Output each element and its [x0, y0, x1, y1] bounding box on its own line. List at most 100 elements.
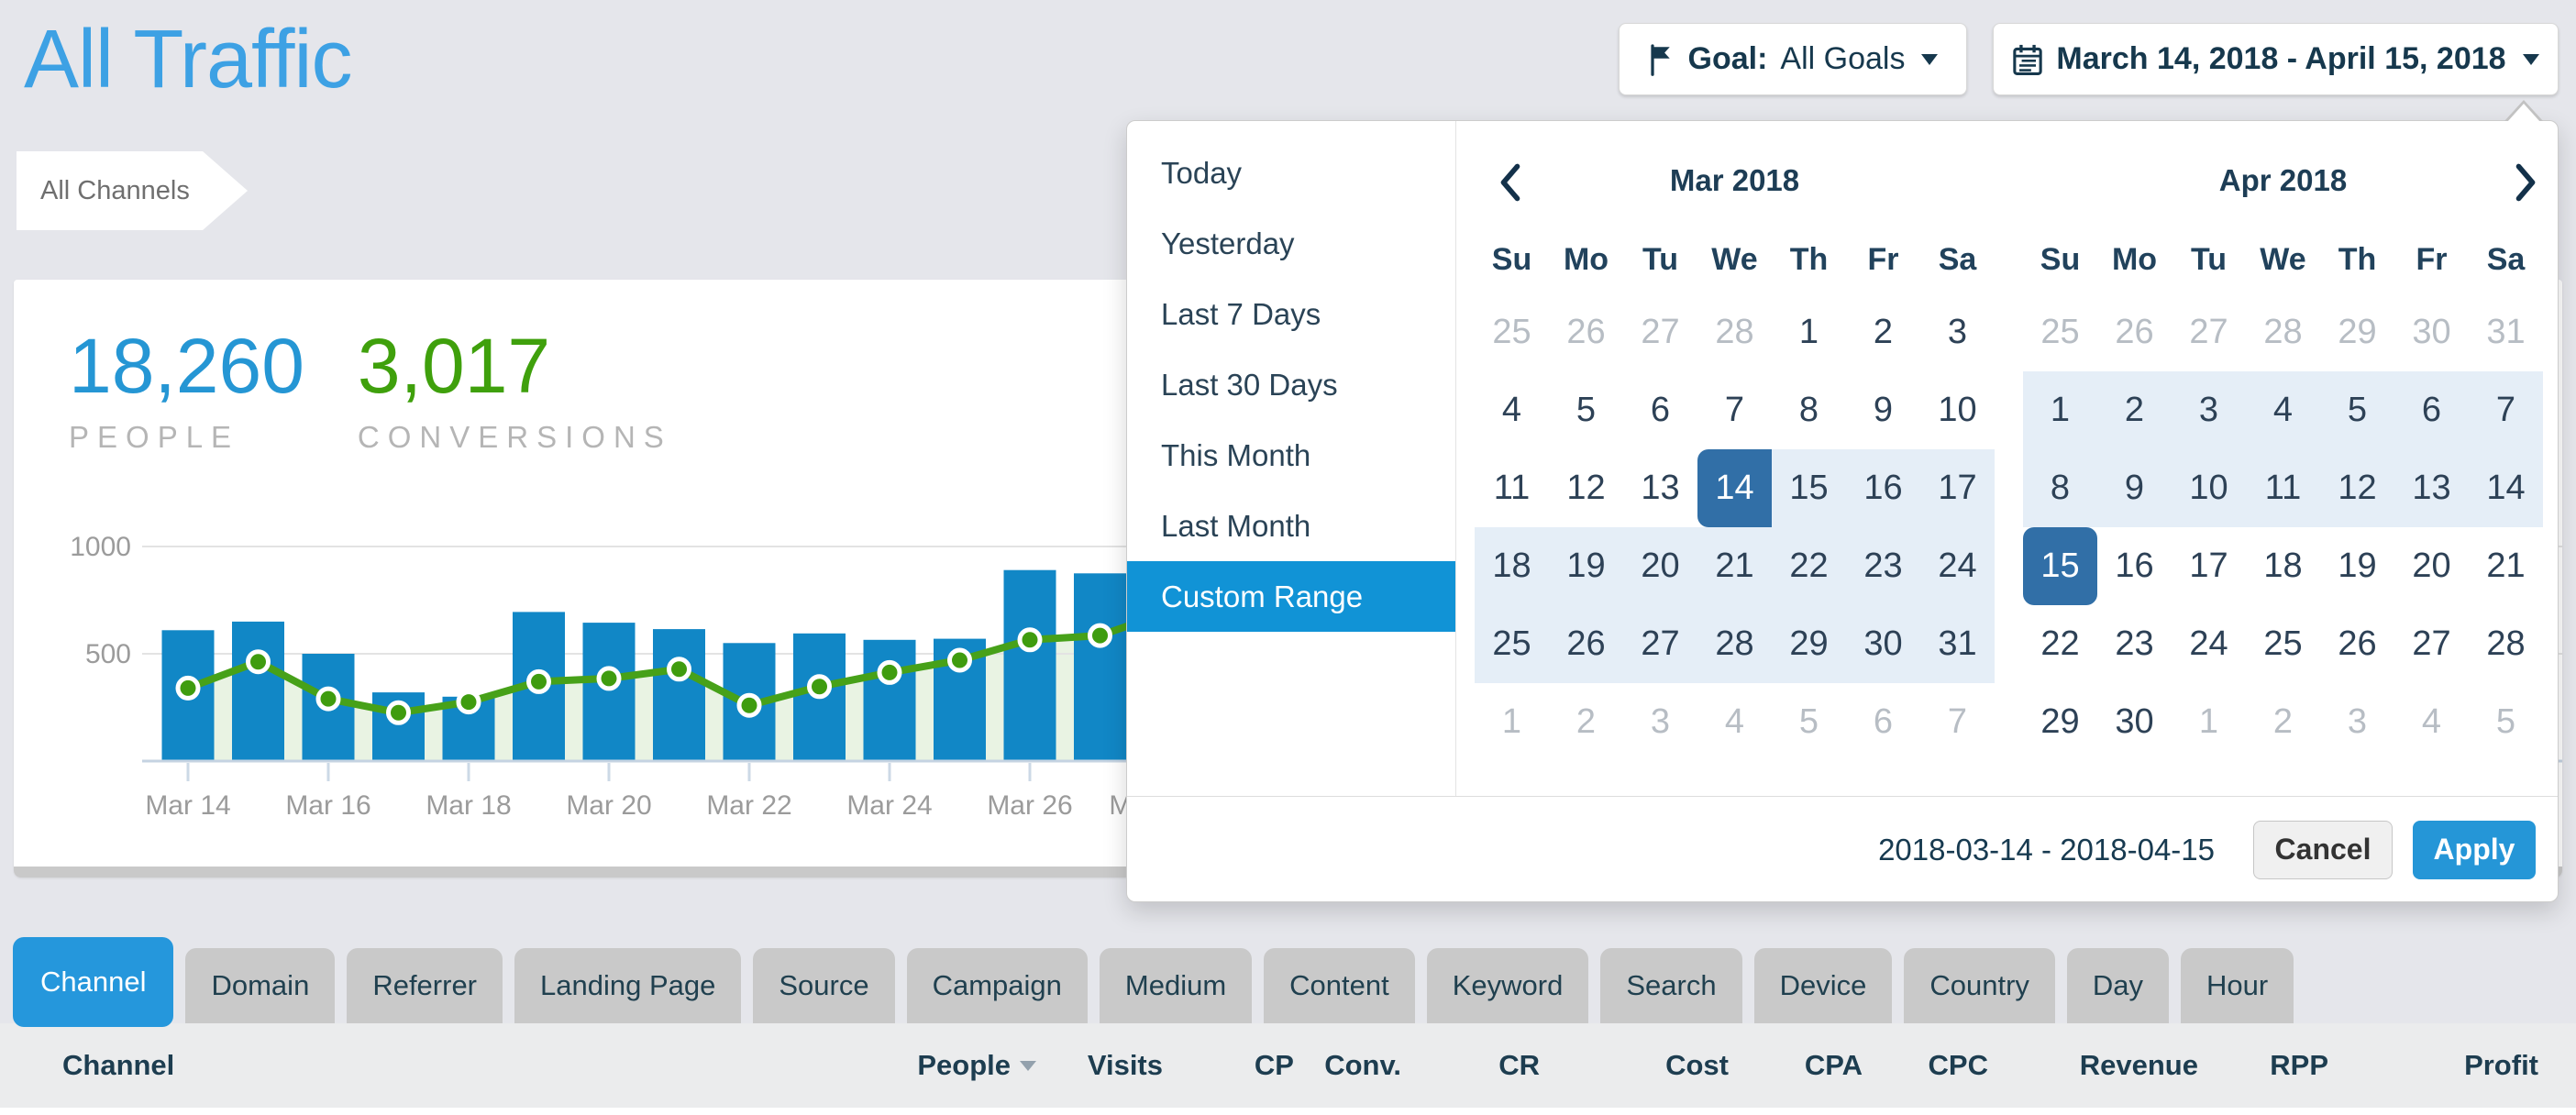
column-header-people[interactable]: People	[880, 1049, 1036, 1082]
day-cell[interactable]: 19	[2320, 527, 2394, 605]
day-cell[interactable]: 12	[1549, 449, 1623, 527]
tab-device[interactable]: Device	[1754, 948, 1893, 1023]
day-cell[interactable]: 3	[2172, 371, 2246, 449]
column-header-channel[interactable]: Channel	[0, 1049, 880, 1082]
preset-today[interactable]: Today	[1127, 138, 1455, 208]
day-cell[interactable]: 2	[2246, 683, 2320, 761]
day-cell[interactable]: 28	[1697, 605, 1772, 683]
day-cell[interactable]: 6	[2394, 371, 2469, 449]
day-cell[interactable]: 5	[1549, 371, 1623, 449]
next-month-icon[interactable]	[2507, 160, 2544, 205]
preset-yesterday[interactable]: Yesterday	[1127, 208, 1455, 279]
day-cell[interactable]: 3	[2320, 683, 2394, 761]
day-cell[interactable]: 11	[2246, 449, 2320, 527]
day-cell[interactable]: 25	[2246, 605, 2320, 683]
day-cell[interactable]: 26	[1549, 605, 1623, 683]
day-cell[interactable]: 15	[1772, 449, 1846, 527]
day-cell[interactable]: 17	[1920, 449, 1995, 527]
day-cell[interactable]: 9	[1846, 371, 1920, 449]
day-cell[interactable]: 3	[1623, 683, 1697, 761]
column-header-revenue[interactable]: Revenue	[1988, 1049, 2198, 1082]
day-cell[interactable]: 20	[2394, 527, 2469, 605]
cancel-button[interactable]: Cancel	[2253, 821, 2393, 879]
day-cell[interactable]: 24	[1920, 527, 1995, 605]
day-cell[interactable]: 26	[2320, 605, 2394, 683]
day-cell[interactable]: 13	[1623, 449, 1697, 527]
day-cell[interactable]: 31	[2469, 293, 2543, 371]
preset-this-month[interactable]: This Month	[1127, 420, 1455, 491]
tab-hour[interactable]: Hour	[2181, 948, 2294, 1023]
day-cell[interactable]: 25	[1475, 605, 1549, 683]
apply-button[interactable]: Apply	[2413, 821, 2536, 879]
day-cell[interactable]: 3	[1920, 293, 1995, 371]
prev-month-icon[interactable]	[1492, 160, 1529, 205]
day-cell[interactable]: 12	[2320, 449, 2394, 527]
day-cell[interactable]: 27	[1623, 293, 1697, 371]
day-cell[interactable]: 29	[2023, 683, 2097, 761]
day-cell[interactable]: 2	[1846, 293, 1920, 371]
day-cell[interactable]: 1	[1772, 293, 1846, 371]
day-cell[interactable]: 18	[2246, 527, 2320, 605]
day-cell[interactable]: 6	[1846, 683, 1920, 761]
day-cell[interactable]: 25	[2023, 293, 2097, 371]
day-cell[interactable]: 31	[1920, 605, 1995, 683]
breadcrumb[interactable]: All Channels	[17, 151, 248, 230]
tab-medium[interactable]: Medium	[1100, 948, 1252, 1023]
preset-last-30-days[interactable]: Last 30 Days	[1127, 349, 1455, 420]
column-header-cost[interactable]: Cost	[1540, 1049, 1729, 1082]
day-cell[interactable]: 30	[1846, 605, 1920, 683]
day-cell[interactable]: 30	[2097, 683, 2172, 761]
day-cell[interactable]: 17	[2172, 527, 2246, 605]
day-cell[interactable]: 30	[2394, 293, 2469, 371]
day-cell[interactable]: 18	[1475, 527, 1549, 605]
column-header-conv-[interactable]: Conv.	[1294, 1049, 1401, 1082]
day-cell[interactable]: 4	[1475, 371, 1549, 449]
column-header-cr[interactable]: CR	[1401, 1049, 1540, 1082]
day-cell[interactable]: 26	[2097, 293, 2172, 371]
day-cell[interactable]: 6	[1623, 371, 1697, 449]
day-cell[interactable]: 4	[2246, 371, 2320, 449]
day-cell[interactable]: 1	[2172, 683, 2246, 761]
preset-last-7-days[interactable]: Last 7 Days	[1127, 279, 1455, 349]
day-cell[interactable]: 4	[1697, 683, 1772, 761]
day-cell[interactable]: 1	[2023, 371, 2097, 449]
preset-last-month[interactable]: Last Month	[1127, 491, 1455, 561]
day-cell[interactable]: 5	[2469, 683, 2543, 761]
day-cell[interactable]: 21	[2469, 527, 2543, 605]
day-cell[interactable]: 22	[2023, 605, 2097, 683]
day-cell[interactable]: 11	[1475, 449, 1549, 527]
tab-keyword[interactable]: Keyword	[1427, 948, 1589, 1023]
day-cell[interactable]: 29	[1772, 605, 1846, 683]
column-header-profit[interactable]: Profit	[2328, 1049, 2538, 1082]
day-cell[interactable]: 21	[1697, 527, 1772, 605]
tab-campaign[interactable]: Campaign	[907, 948, 1088, 1023]
day-cell[interactable]: 7	[2469, 371, 2543, 449]
day-cell[interactable]: 7	[1697, 371, 1772, 449]
day-cell[interactable]: 14	[2469, 449, 2543, 527]
day-cell[interactable]: 16	[1846, 449, 1920, 527]
day-cell[interactable]: 7	[1920, 683, 1995, 761]
column-header-cpc[interactable]: CPC	[1863, 1049, 1988, 1082]
day-cell[interactable]: 23	[1846, 527, 1920, 605]
column-header-visits[interactable]: Visits	[1036, 1049, 1163, 1082]
tab-source[interactable]: Source	[753, 948, 894, 1023]
day-cell[interactable]: 22	[1772, 527, 1846, 605]
day-cell[interactable]: 4	[2394, 683, 2469, 761]
date-range-button[interactable]: March 14, 2018 - April 15, 2018	[1993, 23, 2559, 95]
day-cell[interactable]: 10	[1920, 371, 1995, 449]
tab-content[interactable]: Content	[1264, 948, 1415, 1023]
tab-search[interactable]: Search	[1600, 948, 1741, 1023]
tab-day[interactable]: Day	[2067, 948, 2169, 1023]
day-cell[interactable]: 9	[2097, 449, 2172, 527]
day-cell[interactable]: 28	[2469, 605, 2543, 683]
day-cell[interactable]: 5	[1772, 683, 1846, 761]
tab-country[interactable]: Country	[1904, 948, 2055, 1023]
day-cell-selected[interactable]: 15	[2023, 527, 2097, 605]
tab-referrer[interactable]: Referrer	[347, 948, 503, 1023]
column-header-rpp[interactable]: RPP	[2198, 1049, 2328, 1082]
day-cell[interactable]: 28	[2246, 293, 2320, 371]
tab-domain[interactable]: Domain	[185, 948, 335, 1023]
day-cell[interactable]: 8	[2023, 449, 2097, 527]
day-cell[interactable]: 19	[1549, 527, 1623, 605]
day-cell[interactable]: 25	[1475, 293, 1549, 371]
